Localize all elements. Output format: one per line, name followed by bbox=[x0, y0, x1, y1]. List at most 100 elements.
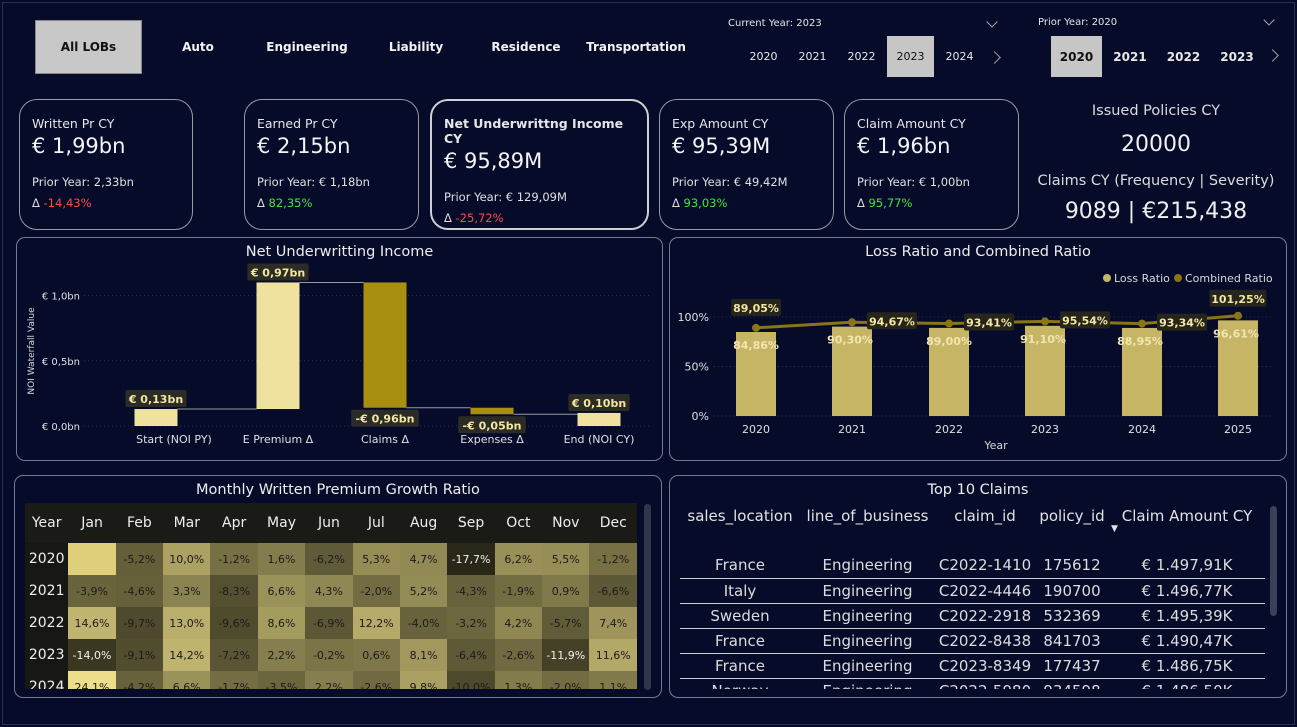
heatmap-cell[interactable]: 5,5% bbox=[542, 543, 590, 575]
heatmap-cell[interactable]: -1,2% bbox=[589, 543, 637, 575]
heatmap-cell[interactable]: 1,6% bbox=[257, 543, 306, 575]
kpi-card-net-underwrittng-income-cy[interactable]: Net Underwrittng Income CY € 95,89M Prior … bbox=[430, 99, 649, 230]
combined-ratio-point[interactable] bbox=[1041, 317, 1049, 326]
heatmap-cell[interactable]: -11,9% bbox=[542, 639, 590, 671]
current-year-option-2024[interactable]: 2024 bbox=[936, 36, 983, 77]
heatmap-cell[interactable]: -2,6% bbox=[352, 671, 400, 689]
claims-row[interactable]: France Engineering C2023-8349 177437 € 1.486… bbox=[680, 653, 1265, 679]
heatmap-cell[interactable]: 14,6% bbox=[68, 607, 116, 639]
prior-year-option-2021[interactable]: 2021 bbox=[1105, 36, 1156, 77]
heatmap-cell[interactable]: -14,0% bbox=[68, 639, 116, 671]
prior-year-option-2022[interactable]: 2022 bbox=[1158, 36, 1209, 77]
heatmap-cell[interactable]: -6,2% bbox=[305, 543, 353, 575]
heatmap-cell[interactable]: 13,0% bbox=[163, 607, 211, 639]
heatmap-cell[interactable]: -2,6% bbox=[494, 639, 543, 671]
heatmap-cell[interactable]: 6,6% bbox=[257, 575, 306, 607]
combined-ratio-point[interactable] bbox=[1234, 311, 1242, 320]
claims-col-header-policy-id[interactable]: policy_id bbox=[1035, 507, 1109, 553]
waterfall-bar[interactable] bbox=[470, 407, 514, 415]
heatmap-viewport[interactable]: Year Jan Feb Mar Apr May Jun Jul Aug Sep Oct Nov Dec… bbox=[25, 503, 637, 689]
current-year-option-2023[interactable]: 2023 bbox=[887, 36, 934, 77]
lob-tab-all-lobs[interactable]: All LOBs bbox=[35, 20, 142, 74]
heatmap-cell[interactable]: -6,4% bbox=[447, 639, 495, 671]
claims-col-header-claim-amount-cy[interactable]: Claim Amount CY ▼ bbox=[1109, 507, 1265, 553]
heatmap-cell[interactable]: 5,2% bbox=[399, 575, 448, 607]
heatmap-cell[interactable] bbox=[68, 543, 116, 575]
claims-row[interactable]: Italy Engineering C2022-4446 190700 € 1.496,… bbox=[680, 578, 1265, 604]
heatmap-scrollbar[interactable] bbox=[644, 504, 651, 690]
kpi-card-claim-amount-cy[interactable]: Claim Amount CY € 1,96bn Prior Year: € 1,0… bbox=[844, 99, 1019, 230]
heatmap-cell[interactable]: 0,9% bbox=[542, 575, 590, 607]
combined-ratio-point[interactable] bbox=[752, 323, 760, 332]
combined-ratio-point[interactable] bbox=[848, 318, 856, 327]
heatmap-cell[interactable]: -8,3% bbox=[210, 575, 258, 607]
heatmap-cell[interactable]: -0,2% bbox=[305, 639, 353, 671]
heatmap-cell[interactable]: 7,4% bbox=[589, 607, 637, 639]
heatmap-cell[interactable]: 2,2% bbox=[305, 671, 353, 689]
heatmap-cell[interactable]: 3,3% bbox=[163, 575, 211, 607]
lob-tab-residence[interactable]: Residence bbox=[471, 20, 581, 74]
claims-col-header-claim-id[interactable]: claim_id bbox=[935, 507, 1035, 553]
heatmap-cell[interactable]: -5,2% bbox=[115, 543, 164, 575]
waterfall-bar[interactable] bbox=[256, 282, 300, 410]
heatmap-cell[interactable]: -6,6% bbox=[589, 575, 637, 607]
heatmap-cell[interactable]: -6,9% bbox=[305, 607, 353, 639]
heatmap-cell[interactable]: 8,1% bbox=[399, 639, 448, 671]
heatmap-cell[interactable]: -9,7% bbox=[115, 607, 164, 639]
heatmap-cell[interactable]: -9,6% bbox=[210, 607, 258, 639]
current-year-option-2022[interactable]: 2022 bbox=[838, 36, 885, 77]
prior-year-option-2023[interactable]: 2023 bbox=[1212, 36, 1263, 77]
heatmap-cell[interactable]: -4,3% bbox=[447, 575, 495, 607]
lob-tab-engineering[interactable]: Engineering bbox=[253, 20, 361, 74]
kpi-card-earned-pr-cy[interactable]: Earned Pr CY € 2,15bn Prior Year: € 1,18bn… bbox=[244, 99, 419, 230]
heatmap-cell[interactable]: -3,9% bbox=[68, 575, 116, 607]
heatmap-cell[interactable]: -17,7% bbox=[447, 543, 495, 575]
lob-tab-liability[interactable]: Liability bbox=[362, 20, 470, 74]
claims-row[interactable]: NorwayEngineeringC2022-5980934598€ 1.486… bbox=[680, 678, 1265, 689]
heatmap-cell[interactable]: 6,6% bbox=[163, 671, 211, 689]
lob-tab-transportation[interactable]: Transportation bbox=[581, 20, 691, 74]
claims-row[interactable]: France Engineering C2022-8438 841703 € 1.490… bbox=[680, 628, 1265, 654]
heatmap-cell[interactable]: -4,6% bbox=[115, 575, 164, 607]
heatmap-cell[interactable]: 4,2% bbox=[494, 607, 543, 639]
heatmap-cell[interactable]: 24,1% bbox=[68, 671, 116, 689]
heatmap-cell[interactable]: 11,6% bbox=[589, 639, 637, 671]
kpi-card-written-pr-cy[interactable]: Written Pr CY € 1,99bn Prior Year: 2,33bn Δ… bbox=[19, 99, 193, 230]
heatmap-cell[interactable]: 14,2% bbox=[163, 639, 211, 671]
sort-desc-icon[interactable]: ▼ bbox=[1111, 524, 1265, 534]
heatmap-cell[interactable]: 4,7% bbox=[399, 543, 448, 575]
lob-tab-auto[interactable]: Auto bbox=[143, 20, 253, 74]
kpi-card-exp-amount-cy[interactable]: Exp Amount CY € 95,39M Prior Year: € 49,42… bbox=[659, 99, 834, 230]
heatmap-cell[interactable]: -3,2% bbox=[447, 607, 495, 639]
heatmap-cell[interactable]: -3,5% bbox=[257, 671, 306, 689]
claims-col-header-line-of-business[interactable]: line_of_business bbox=[800, 507, 935, 553]
current-year-option-2021[interactable]: 2021 bbox=[789, 36, 836, 77]
heatmap-cell[interactable]: -1,9% bbox=[494, 575, 543, 607]
combined-ratio-point[interactable] bbox=[945, 319, 953, 328]
heatmap-cell[interactable]: -7,2% bbox=[210, 639, 258, 671]
heatmap-cell[interactable]: 2,2% bbox=[257, 639, 306, 671]
heatmap-cell[interactable]: -4,0% bbox=[399, 607, 448, 639]
prior-year-option-2020[interactable]: 2020 bbox=[1051, 36, 1102, 77]
combined-ratio-point[interactable] bbox=[1138, 319, 1146, 328]
claims-col-header-sales-location[interactable]: sales_location bbox=[680, 507, 800, 553]
waterfall-bar[interactable] bbox=[363, 282, 407, 408]
heatmap-cell[interactable]: 0,6% bbox=[352, 639, 400, 671]
heatmap-cell[interactable]: 9,8% bbox=[399, 671, 448, 689]
heatmap-cell[interactable]: -2,0% bbox=[542, 671, 590, 689]
heatmap-cell[interactable]: -1,2% bbox=[210, 543, 258, 575]
heatmap-cell[interactable]: -1,7% bbox=[210, 671, 258, 689]
current-year-option-2020[interactable]: 2020 bbox=[740, 36, 787, 77]
heatmap-cell[interactable]: -2,0% bbox=[352, 575, 400, 607]
heatmap-cell[interactable]: 6,2% bbox=[494, 543, 543, 575]
heatmap-cell[interactable]: 10,0% bbox=[163, 543, 211, 575]
heatmap-cell[interactable]: 4,3% bbox=[305, 575, 353, 607]
waterfall-bar[interactable] bbox=[577, 412, 621, 426]
waterfall-bar[interactable] bbox=[134, 409, 178, 426]
heatmap-cell[interactable]: -4,2% bbox=[115, 671, 164, 689]
heatmap-cell[interactable]: -5,7% bbox=[542, 607, 590, 639]
claims-viewport[interactable]: sales_location line_of_business claim_id po… bbox=[680, 507, 1265, 689]
heatmap-cell[interactable]: 1,3% bbox=[494, 671, 543, 689]
heatmap-cell[interactable]: 5,3% bbox=[352, 543, 400, 575]
claims-scrollbar[interactable] bbox=[1270, 506, 1277, 616]
